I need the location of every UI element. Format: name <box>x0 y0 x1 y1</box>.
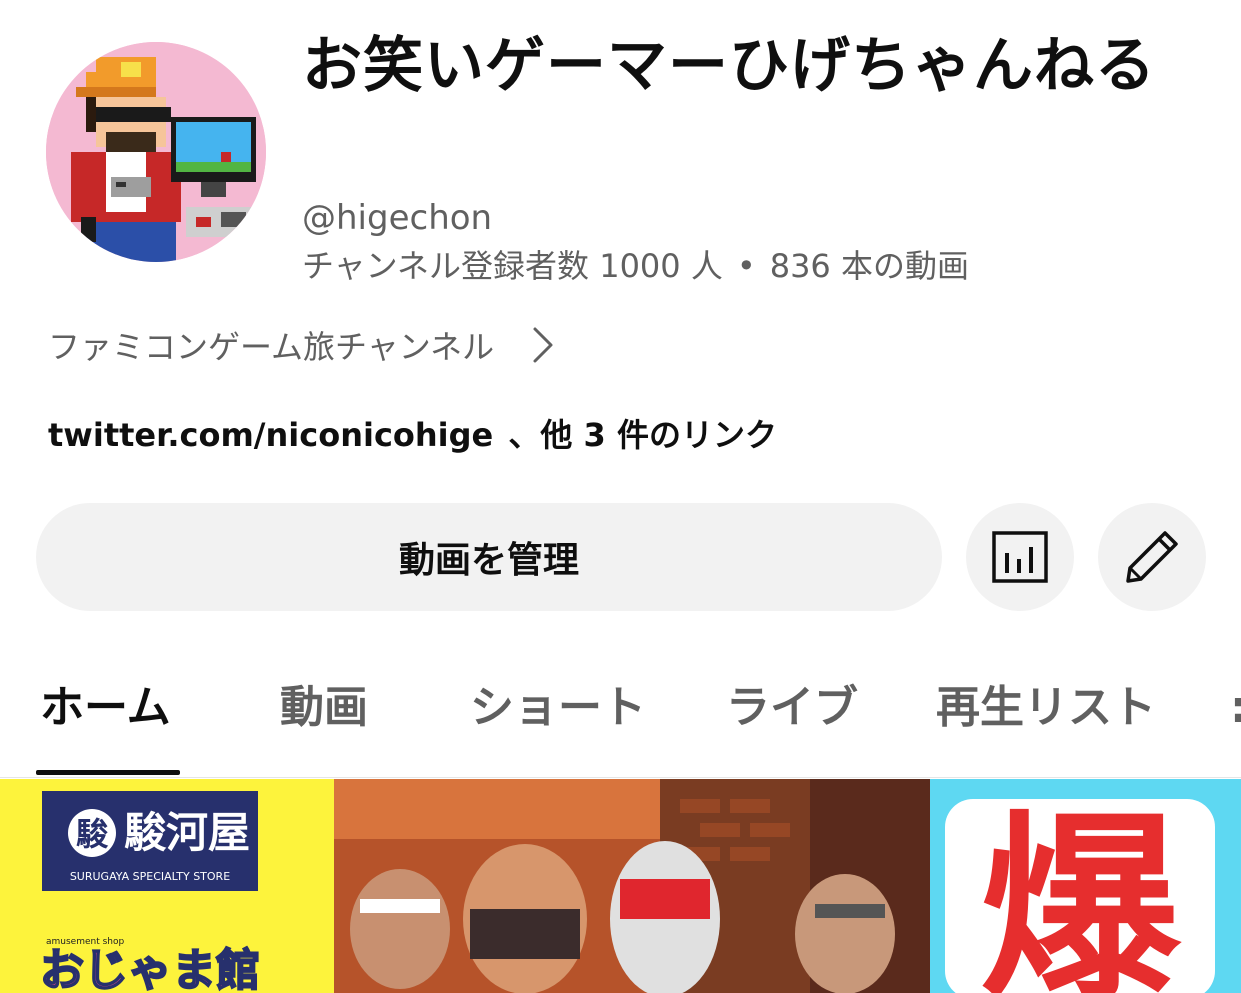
bar-chart-icon <box>992 531 1048 583</box>
tab-playlists[interactable]: 再生リスト <box>936 678 1156 738</box>
edit-channel-button[interactable] <box>1098 503 1206 611</box>
manage-videos-button[interactable]: 動画を管理 <box>36 503 942 611</box>
active-tab-indicator <box>36 770 180 775</box>
banner-artwork: 駿 駿河屋 SURUGAYA SPECIALTY STORE amusement… <box>0 779 1241 993</box>
channel-links[interactable]: twitter.com/niconicohige 、他 3 件のリンク <box>48 410 777 456</box>
surugaya-subtitle: SURUGAYA SPECIALTY STORE <box>70 870 230 883</box>
channel-description[interactable]: ファミコンゲーム旅チャンネル <box>48 320 608 370</box>
channel-page: お笑いゲーマーひげちゃんねる @higechon チャンネル登録者数 1000 … <box>0 0 1241 993</box>
subscriber-count: チャンネル登録者数 1000 人 <box>302 247 723 285</box>
channel-name: お笑いゲーマーひげちゃんねる <box>302 31 1156 101</box>
surugaya-logo-text: 駿河屋 <box>124 808 250 857</box>
banner-red-char: 爆 <box>980 794 1182 993</box>
pencil-icon <box>1126 531 1178 583</box>
tab-home[interactable]: ホーム <box>40 678 171 738</box>
tab-next-partial[interactable]: : <box>1230 678 1241 738</box>
channel-handle: @higechon <box>302 198 493 238</box>
ojamakan-text: おじゃま館 <box>40 945 260 993</box>
separator-dot: • <box>736 247 756 285</box>
video-count: 836 本の動画 <box>769 247 969 285</box>
analytics-button[interactable] <box>966 503 1074 611</box>
tab-videos[interactable]: 動画 <box>280 678 368 738</box>
tab-live[interactable]: ライブ <box>726 678 858 738</box>
description-text: ファミコンゲーム旅チャンネル <box>48 328 495 366</box>
surugaya-logo-char: 駿 <box>76 815 109 853</box>
more-links[interactable]: 他 3 件のリンク <box>540 416 777 454</box>
link-separator: 、 <box>508 416 541 454</box>
channel-banner[interactable]: 駿 駿河屋 SURUGAYA SPECIALTY STORE amusement… <box>0 779 1241 993</box>
channel-stats: チャンネル登録者数 1000 人 • 836 本の動画 <box>302 244 969 288</box>
pixel-gamer-avatar-image <box>46 42 266 262</box>
channel-avatar[interactable] <box>46 42 266 262</box>
tab-shorts[interactable]: ショート <box>470 678 646 738</box>
chevron-right-icon <box>533 327 553 363</box>
channel-tabs: ホーム 動画 ショート ライブ 再生リスト : <box>0 660 1241 778</box>
primary-link[interactable]: twitter.com/niconicohige <box>48 416 493 454</box>
